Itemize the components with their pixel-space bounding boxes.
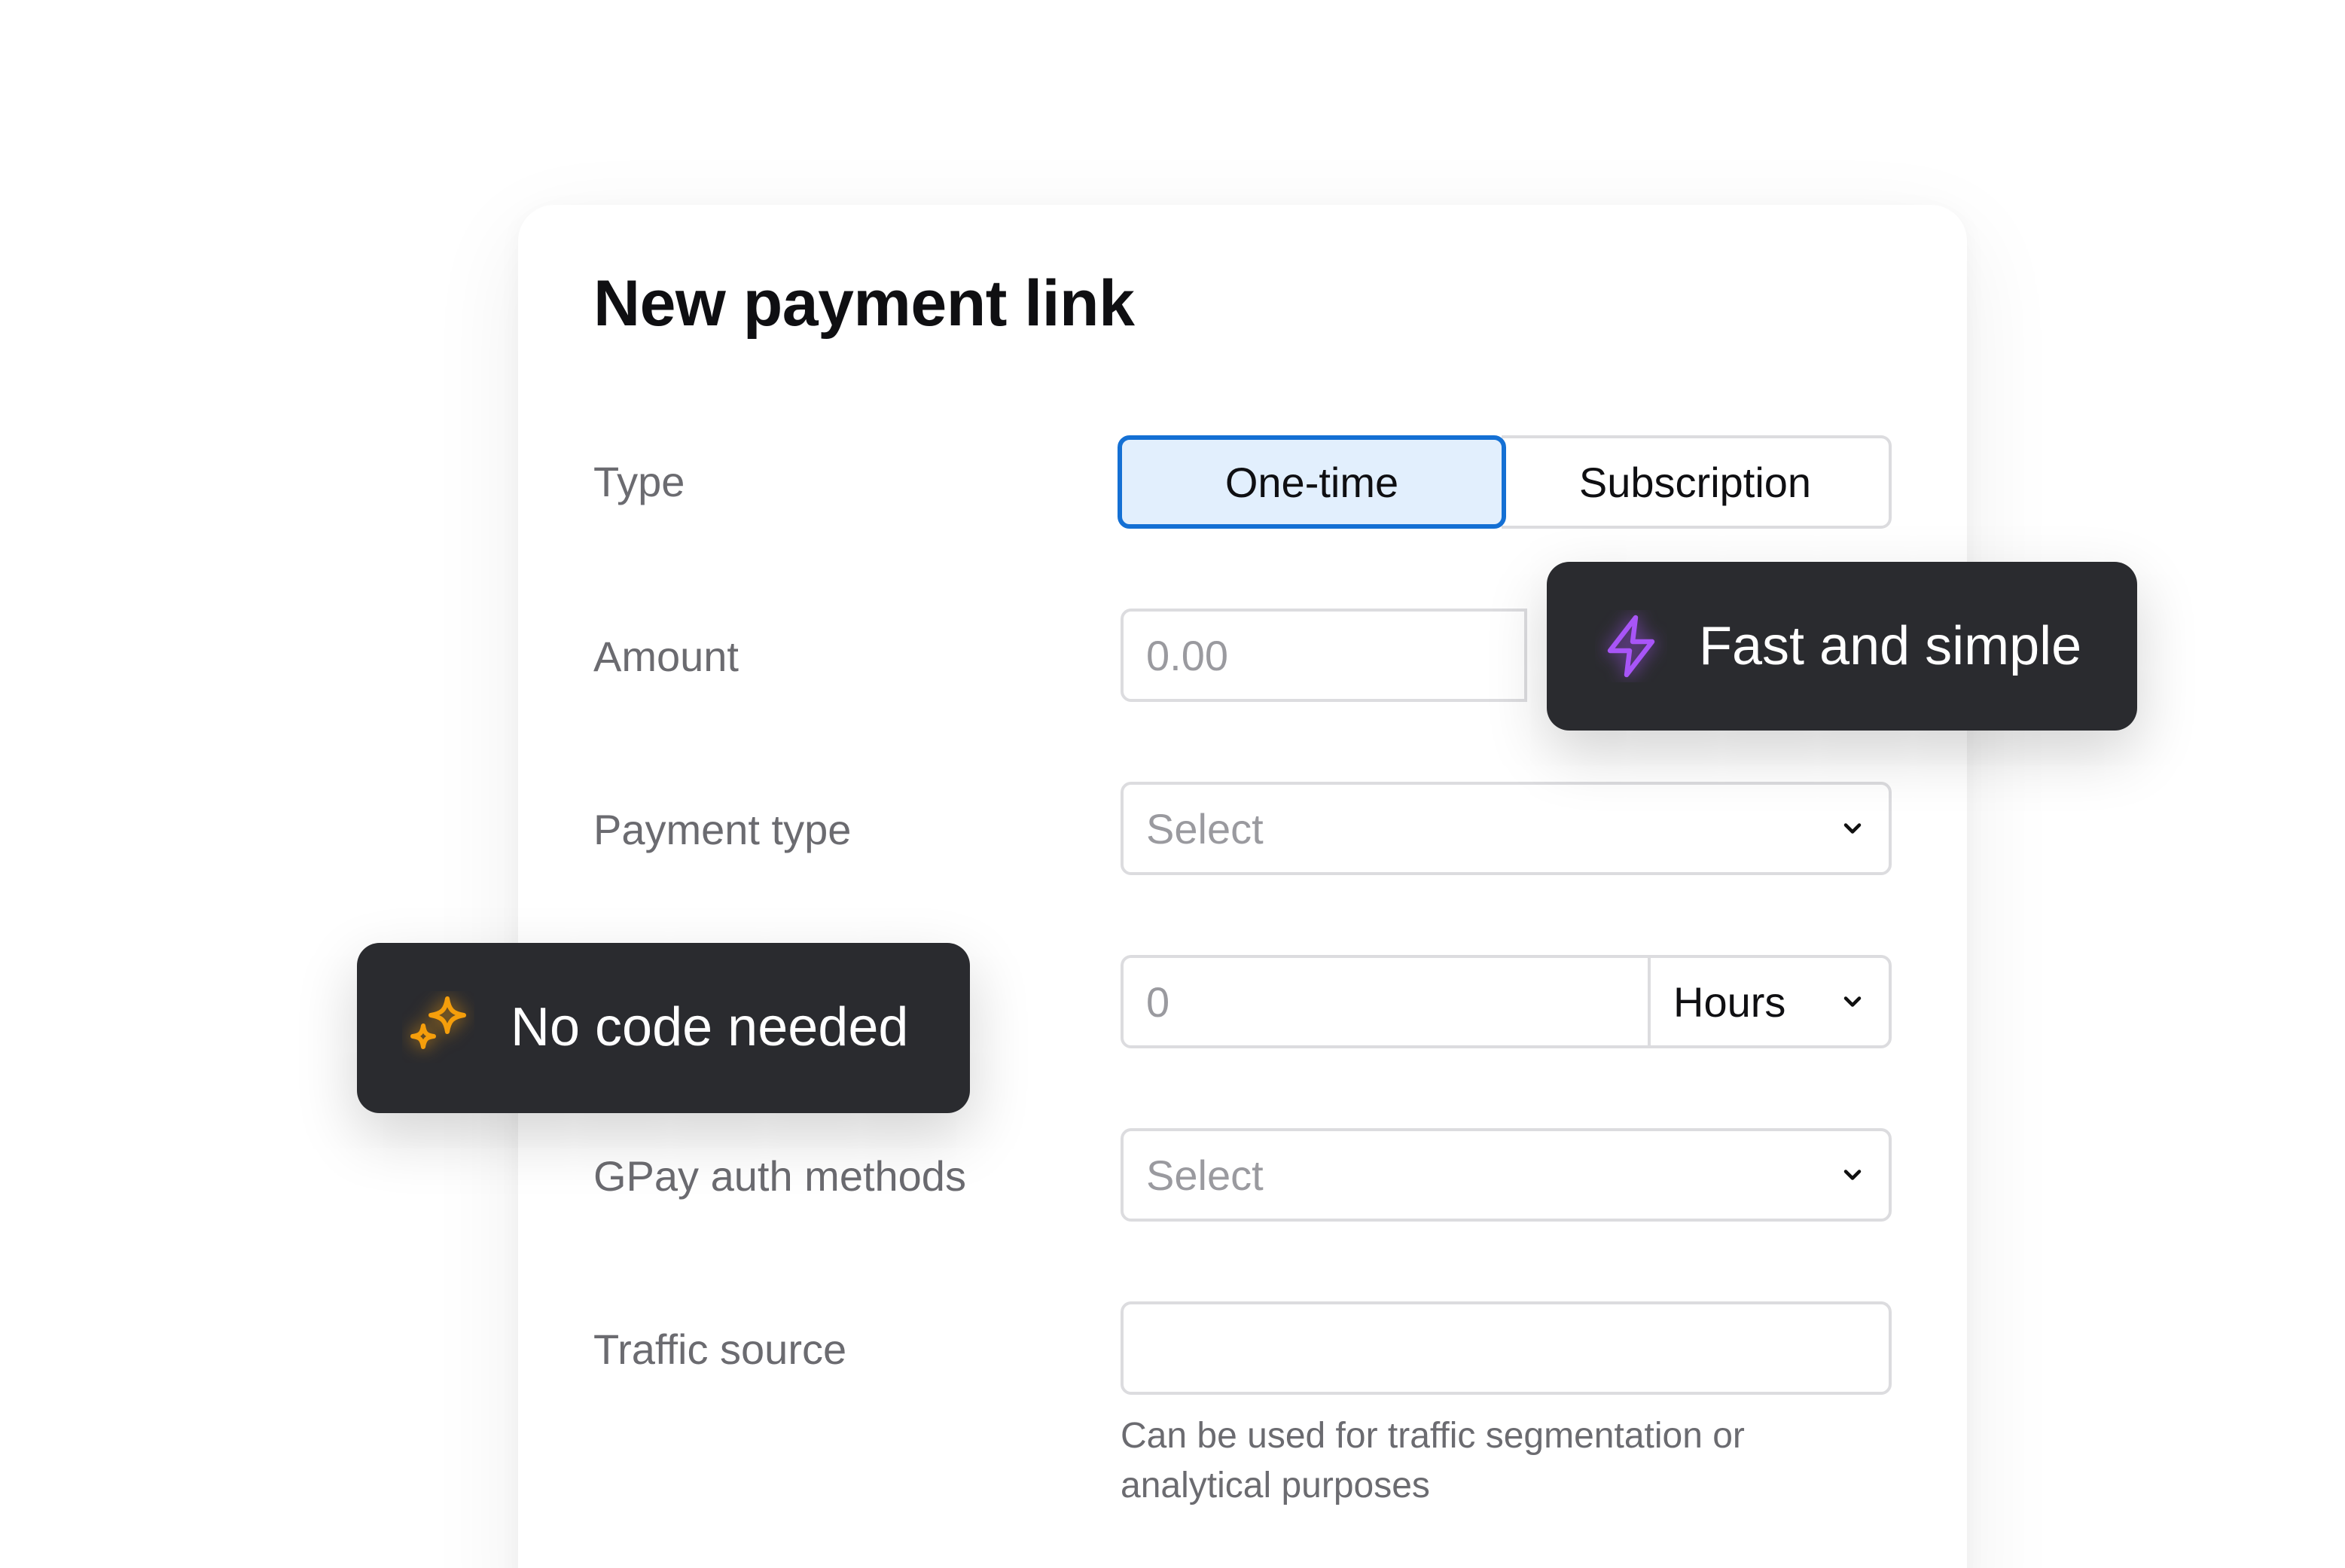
no-code-needed-text: No code needed [511,997,909,1057]
gpay-auth-methods-placeholder: Select [1146,1151,1264,1199]
duration-value-input[interactable]: 0 [1146,958,1169,1045]
chevron-down-icon [1843,1170,1862,1180]
lightning-icon [1607,615,1655,678]
traffic-source-helper: Can be used for traffic segmentation or … [1121,1416,1745,1505]
type-option-subscription[interactable]: Subscription [1502,435,1892,529]
no-code-needed-callout: No code needed [357,943,970,1113]
amount-placeholder: 0.00 [1146,631,1228,679]
chevron-down-icon [1843,996,1862,1007]
chevron-down-icon [1843,823,1862,834]
type-option-one-time-label: One-time [1224,458,1399,506]
type-label: Type [593,458,685,505]
page-title: New payment link [593,267,1135,340]
traffic-source-input[interactable] [1121,1301,1892,1395]
gpay-auth-methods-select[interactable]: Select [1121,1128,1892,1222]
duration-input-group: 0 Hours [1121,955,1892,1048]
amount-input[interactable]: 0.00 [1121,609,1527,702]
type-option-one-time[interactable]: One-time [1118,435,1506,529]
page: New payment link Type One-time Subscript… [0,0,2345,1568]
amount-label: Amount [593,633,739,680]
payment-type-select[interactable]: Select [1121,782,1892,875]
payment-type-label: Payment type [593,806,852,853]
sparkles-icon [410,996,466,1049]
fast-and-simple-callout: Fast and simple [1547,562,2137,731]
divider [1648,958,1651,1045]
duration-unit-select[interactable]: Hours [1673,958,1785,1045]
type-option-subscription-label: Subscription [1578,458,1812,506]
gpay-auth-methods-label: GPay auth methods [593,1152,966,1200]
traffic-source-label: Traffic source [593,1325,847,1373]
fast-and-simple-text: Fast and simple [1699,616,2082,676]
payment-type-placeholder: Select [1146,804,1264,853]
payment-link-card: New payment link Type One-time Subscript… [518,205,1967,1568]
